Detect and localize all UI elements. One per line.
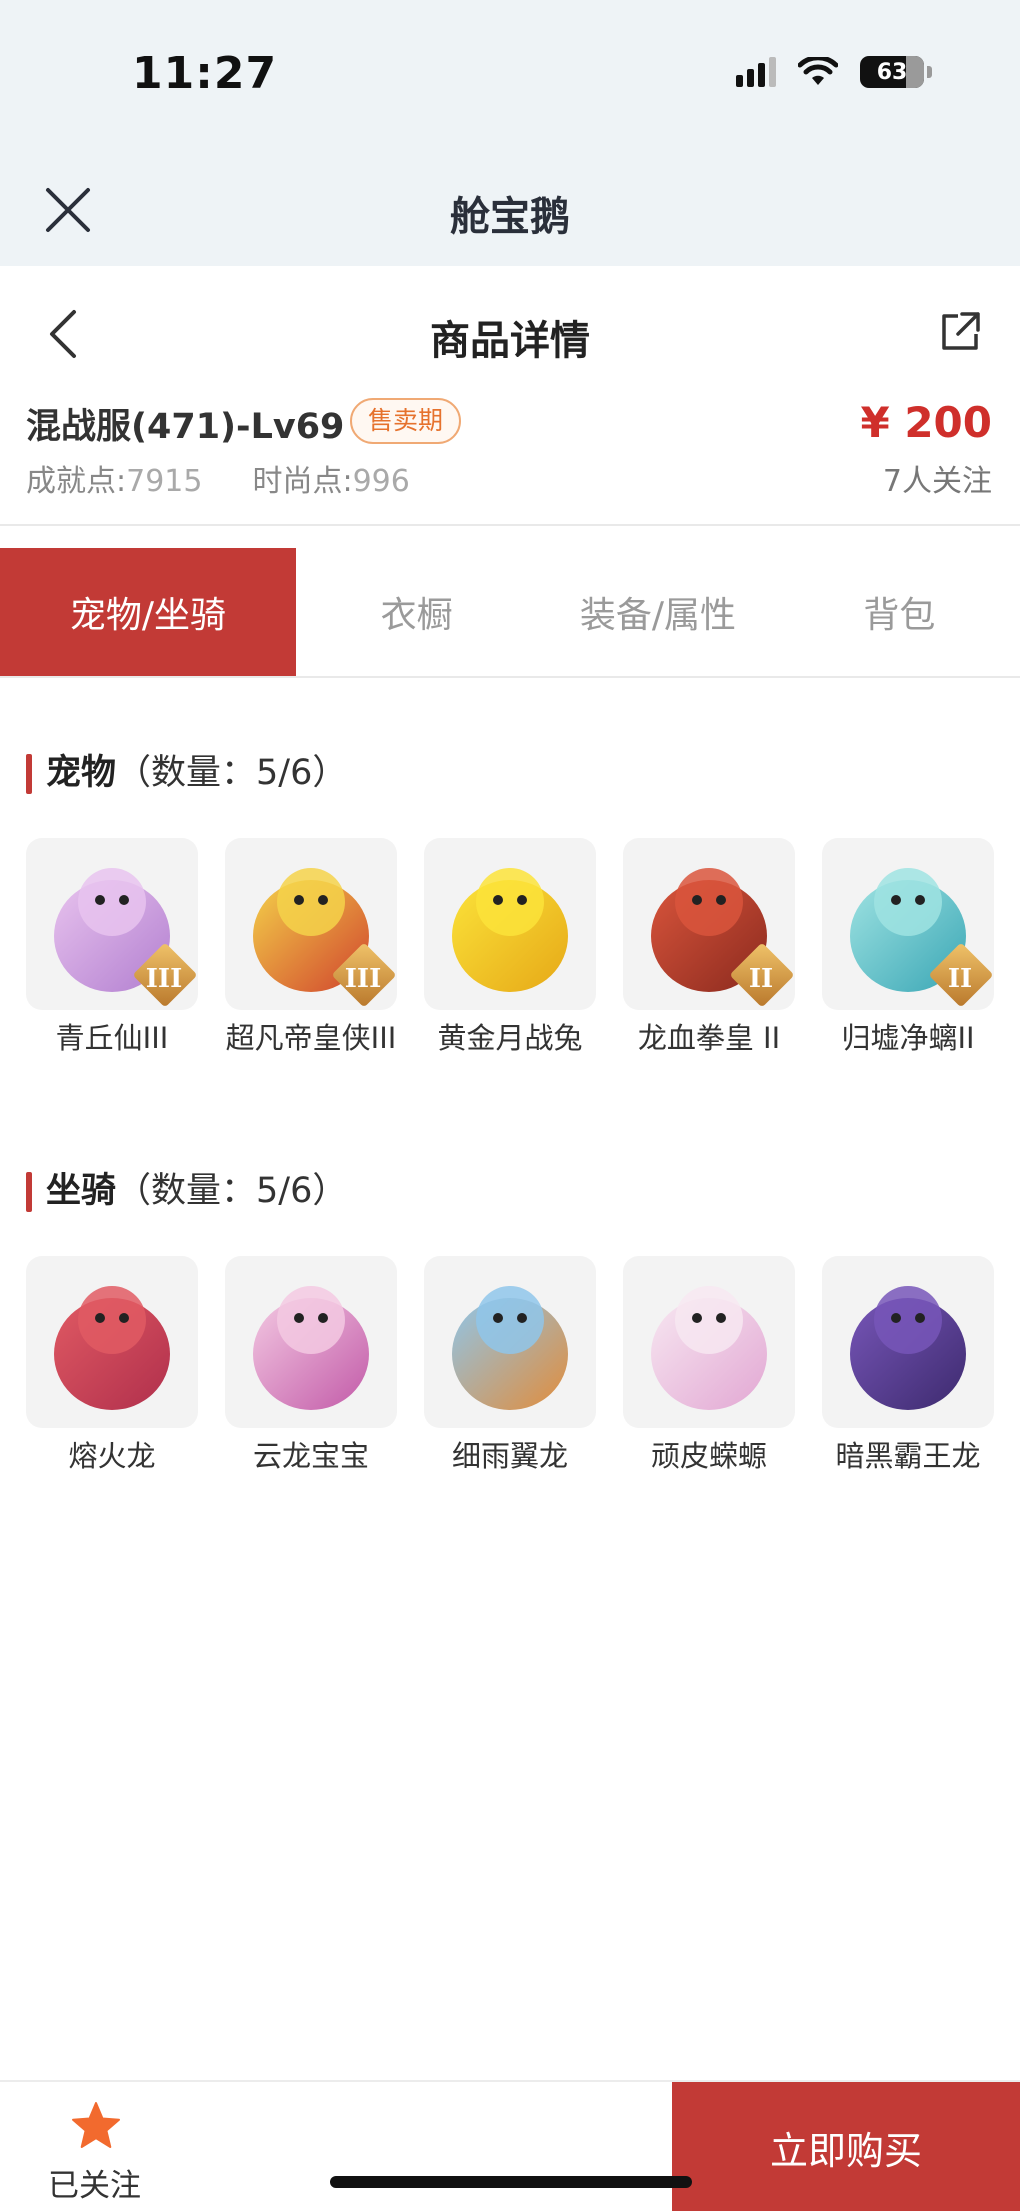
share-icon[interactable] <box>938 310 982 354</box>
rank-badge-text: II <box>947 964 973 994</box>
item-name: 熔火龙 <box>68 1439 156 1473</box>
item-name: 暗黑霸王龙 <box>835 1439 981 1473</box>
creature-icon <box>850 1286 966 1410</box>
section-label: 坐骑 <box>46 1171 117 1211</box>
signal-icon <box>736 57 776 87</box>
grid-item[interactable]: 黄金月战兔 <box>424 838 596 1058</box>
section-label: 宠物 <box>46 753 117 793</box>
item-thumbnail <box>424 838 596 1010</box>
section-title: 宠物（数量：5/6） <box>0 748 1020 798</box>
grid-item[interactable]: 顽皮蝾螈 <box>623 1256 795 1476</box>
pets-section: 宠物（数量：5/6） III 青丘仙III III 超凡帝皇侠III 黄金月战兔 II 龙血… <box>0 748 1020 1108</box>
achievement-value: 7915 <box>126 464 203 499</box>
home-indicator <box>330 2176 692 2188</box>
tab-equipment[interactable]: 装备/属性 <box>537 548 778 676</box>
section-count: （数量：5/6） <box>116 1171 348 1211</box>
page-header: 商品详情 <box>0 266 1020 398</box>
grid-item[interactable]: III 超凡帝皇侠III <box>225 838 397 1058</box>
item-thumbnail: II <box>822 838 994 1010</box>
creature-icon <box>452 1286 568 1410</box>
divider <box>0 524 1020 526</box>
item-thumbnail: III <box>225 838 397 1010</box>
item-name: 归墟净螭II <box>841 1021 975 1055</box>
creature-icon <box>651 1286 767 1410</box>
mount-grid: 熔火龙 云龙宝宝 细雨翼龙 顽皮蝾螈 暗黑霸王龙 <box>26 1256 994 1476</box>
creature-icon <box>253 1286 369 1410</box>
app-title: 舱宝鹅 <box>450 194 570 240</box>
item-name: 青丘仙III <box>55 1021 169 1055</box>
item-name: 龙血拳皇 II <box>637 1021 781 1055</box>
product-meta: 成就点:7915 时尚点:996 <box>26 456 410 500</box>
section-count: （数量：5/6） <box>116 753 348 793</box>
fashion-label: 时尚点: <box>252 464 353 499</box>
follower-count: 7人关注 <box>882 464 992 499</box>
grid-item[interactable]: II 归墟净螭II <box>822 838 994 1058</box>
tab-bag[interactable]: 背包 <box>779 548 1020 676</box>
rank-badge-text: III <box>344 964 382 994</box>
follow-label[interactable]: 已关注 <box>48 2160 141 2205</box>
battery-percent: 63 <box>876 59 908 85</box>
creature-icon <box>452 868 568 992</box>
product-name: 混战服(471)-Lv69 <box>26 407 345 447</box>
divider <box>0 676 1020 678</box>
top-area: 11:27 63 舱宝鹅 <box>0 0 1020 266</box>
item-thumbnail: III <box>26 838 198 1010</box>
item-name: 细雨翼龙 <box>451 1439 568 1473</box>
item-thumbnail <box>822 1256 994 1428</box>
status-badge: 售卖期 <box>350 398 462 444</box>
rank-badge-text: II <box>748 964 774 994</box>
grid-item[interactable]: 云龙宝宝 <box>225 1256 397 1476</box>
grid-item[interactable]: 细雨翼龙 <box>424 1256 596 1476</box>
battery-icon: 63 <box>860 56 932 88</box>
item-thumbnail <box>225 1256 397 1428</box>
item-name: 云龙宝宝 <box>252 1439 369 1473</box>
item-name: 黄金月战兔 <box>437 1021 583 1055</box>
price: ¥ 200 <box>860 398 992 447</box>
page-title: 商品详情 <box>430 318 590 364</box>
item-thumbnail <box>424 1256 596 1428</box>
section-title: 坐骑（数量：5/6） <box>0 1166 1020 1216</box>
achievement-label: 成就点: <box>26 464 127 499</box>
wifi-icon <box>798 57 838 85</box>
tab-bar: 宠物/坐骑 衣橱 装备/属性 背包 <box>0 548 1020 676</box>
grid-item[interactable]: III 青丘仙III <box>26 838 198 1058</box>
grid-item[interactable]: 熔火龙 <box>26 1256 198 1476</box>
fashion-value: 996 <box>352 464 410 499</box>
status-icons: 63 <box>736 56 932 88</box>
tab-wardrobe[interactable]: 衣橱 <box>296 548 537 676</box>
mounts-section: 坐骑（数量：5/6） 熔火龙 云龙宝宝 细雨翼龙 顽皮蝾螈 暗黑霸王龙 <box>0 1166 1020 1486</box>
buy-now-button[interactable]: 立即购买 <box>672 2082 1020 2211</box>
grid-item[interactable]: II 龙血拳皇 II <box>623 838 795 1058</box>
bottom-bar: 已关注 立即购买 <box>0 2080 1020 2211</box>
star-icon[interactable] <box>70 2100 122 2152</box>
creature-icon <box>54 1286 170 1410</box>
item-thumbnail <box>623 1256 795 1428</box>
item-name: 顽皮蝾螈 <box>650 1439 767 1473</box>
item-thumbnail <box>26 1256 198 1428</box>
rank-badge-text: III <box>145 964 183 994</box>
tab-pets-mounts[interactable]: 宠物/坐骑 <box>0 548 296 676</box>
mini-app-header: 舱宝鹅 <box>0 160 1020 266</box>
grid-item[interactable]: 暗黑霸王龙 <box>822 1256 994 1476</box>
item-thumbnail: II <box>623 838 795 1010</box>
item-name: 超凡帝皇侠III <box>225 1021 397 1055</box>
pet-grid: III 青丘仙III III 超凡帝皇侠III 黄金月战兔 II 龙血拳皇 II II 归墟净螭… <box>26 838 994 1058</box>
status-time: 11:27 <box>132 48 278 99</box>
